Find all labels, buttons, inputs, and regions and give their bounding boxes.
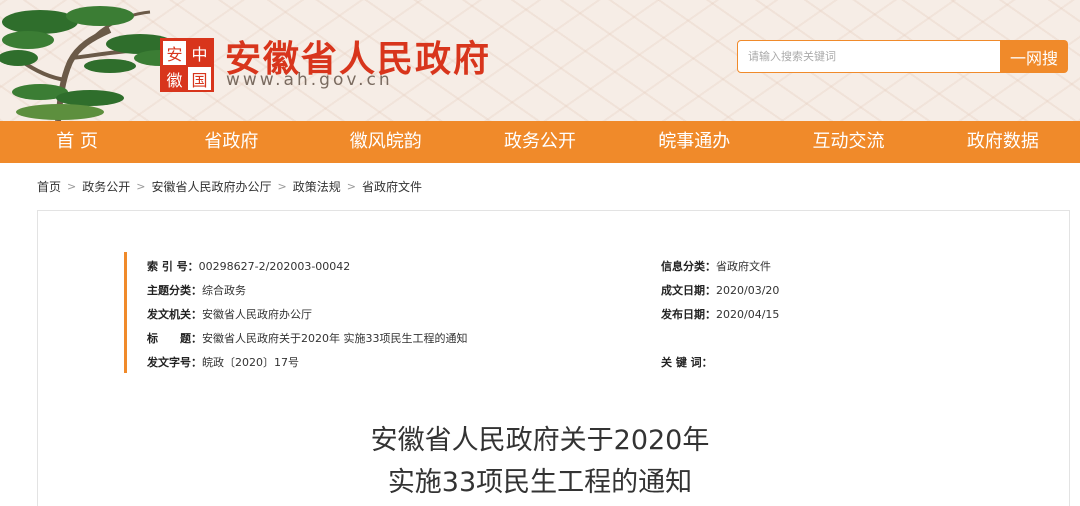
- nav-item-gov-affairs[interactable]: 政务公开: [463, 121, 617, 163]
- breadcrumb-item[interactable]: 安徽省人民政府办公厅: [151, 178, 271, 195]
- meta-index-number: 索 引 号：00298627-2/202003-00042: [147, 258, 350, 274]
- breadcrumb-item[interactable]: 首页: [37, 178, 61, 195]
- meta-document-number: 发文字号：皖政〔2020〕17号: [147, 354, 299, 370]
- chevron-right-icon: >: [346, 179, 356, 193]
- nav-item-gov-data[interactable]: 政府数据: [926, 121, 1080, 163]
- meta-value: 综合政务: [202, 284, 246, 297]
- nav-item-culture[interactable]: 徽风皖韵: [309, 121, 463, 163]
- emblem-char: 安: [162, 40, 187, 66]
- meta-label: 标 题：: [147, 332, 202, 345]
- meta-topic-category: 主题分类：综合政务: [147, 282, 246, 298]
- meta-info-category: 信息分类：省政府文件: [661, 258, 771, 274]
- emblem-char: 国: [187, 66, 212, 92]
- emblem-char: 徽: [162, 66, 187, 92]
- site-header: 安 中 徽 国 安徽省人民政府 www.ah.gov.cn 一网搜: [0, 0, 1080, 121]
- breadcrumb-item[interactable]: 省政府文件: [362, 178, 422, 195]
- meta-title: 标 题：安徽省人民政府关于2020年 实施33项民生工程的通知: [147, 330, 468, 346]
- meta-label: 成文日期：: [661, 284, 716, 297]
- site-url: www.ah.gov.cn: [226, 70, 393, 90]
- meta-accent-bar: [124, 252, 127, 373]
- chevron-right-icon: >: [67, 179, 77, 193]
- meta-value: 皖政〔2020〕17号: [202, 356, 299, 369]
- meta-value: 2020/03/20: [716, 284, 780, 297]
- meta-label: 索 引 号：: [147, 260, 199, 273]
- search-button[interactable]: 一网搜: [1000, 40, 1068, 73]
- document-title-line: 安徽省人民政府关于2020年: [370, 425, 710, 456]
- nav-item-services[interactable]: 皖事通办: [617, 121, 771, 163]
- meta-keywords: 关 键 词：: [661, 354, 713, 370]
- nav-item-provincial-gov[interactable]: 省政府: [154, 121, 308, 163]
- chevron-right-icon: >: [277, 179, 287, 193]
- search-input[interactable]: [737, 40, 1001, 73]
- meta-value: 安徽省人民政府办公厅: [202, 308, 312, 321]
- meta-publish-date: 发布日期：2020/04/15: [661, 306, 779, 322]
- meta-issuing-office: 发文机关：安徽省人民政府办公厅: [147, 306, 312, 322]
- breadcrumb-item[interactable]: 政务公开: [82, 178, 130, 195]
- main-nav: 首 页 省政府 徽风皖韵 政务公开 皖事通办 互动交流 政府数据: [0, 121, 1080, 163]
- breadcrumb-item[interactable]: 政策法规: [293, 178, 341, 195]
- meta-label: 主题分类：: [147, 284, 202, 297]
- meta-value: 安徽省人民政府关于2020年 实施33项民生工程的通知: [202, 332, 468, 345]
- meta-label: 发布日期：: [661, 308, 716, 321]
- nav-item-home[interactable]: 首 页: [0, 121, 154, 163]
- meta-label: 关 键 词：: [661, 356, 713, 369]
- emblem-char: 中: [187, 40, 212, 66]
- nav-item-interaction[interactable]: 互动交流: [771, 121, 925, 163]
- breadcrumb: 首页 > 政务公开 > 安徽省人民政府办公厅 > 政策法规 > 省政府文件: [37, 177, 422, 195]
- meta-label: 信息分类：: [661, 260, 716, 273]
- meta-label: 发文字号：: [147, 356, 202, 369]
- meta-value: 2020/04/15: [716, 308, 780, 321]
- chevron-right-icon: >: [136, 179, 146, 193]
- meta-value: 省政府文件: [716, 260, 771, 273]
- meta-value: 00298627-2/202003-00042: [198, 260, 351, 273]
- meta-label: 发文机关：: [147, 308, 202, 321]
- document-title-line: 实施33项民生工程的通知: [387, 467, 693, 498]
- meta-written-date: 成文日期：2020/03/20: [661, 282, 779, 298]
- site-emblem: 安 中 徽 国: [160, 38, 214, 92]
